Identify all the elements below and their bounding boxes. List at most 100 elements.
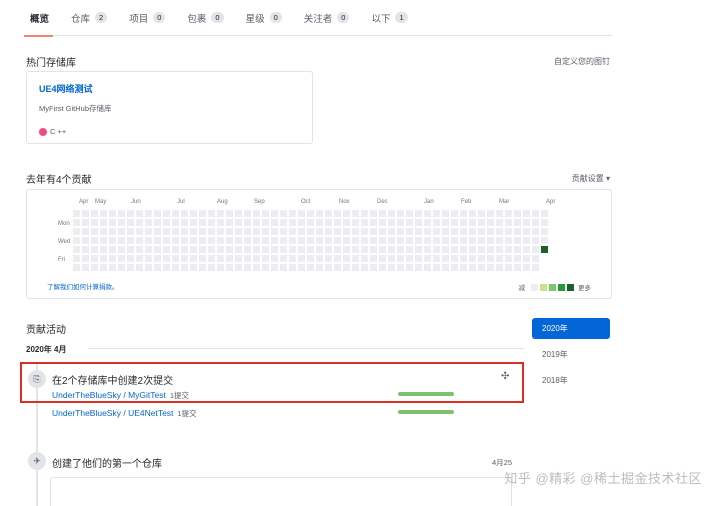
contribution-day[interactable] <box>289 210 296 217</box>
contribution-day[interactable] <box>253 246 260 253</box>
contribution-day[interactable] <box>478 264 485 271</box>
contribution-day[interactable] <box>478 246 485 253</box>
contribution-day[interactable] <box>289 264 296 271</box>
contribution-day[interactable] <box>325 237 332 244</box>
contribution-day[interactable] <box>280 255 287 262</box>
contribution-day[interactable] <box>217 219 224 226</box>
contribution-day[interactable] <box>91 246 98 253</box>
contribution-day[interactable] <box>316 246 323 253</box>
contribution-day[interactable] <box>460 237 467 244</box>
contribution-day[interactable] <box>163 264 170 271</box>
contribution-day[interactable] <box>424 228 431 235</box>
contribution-day[interactable] <box>235 264 242 271</box>
contribution-day[interactable] <box>379 219 386 226</box>
contribution-day[interactable] <box>262 264 269 271</box>
contribution-day[interactable] <box>190 246 197 253</box>
contribution-day[interactable] <box>163 237 170 244</box>
contribution-day[interactable] <box>217 228 224 235</box>
contribution-day[interactable] <box>523 237 530 244</box>
contribution-day[interactable] <box>226 210 233 217</box>
collapse-icon[interactable]: ✣ <box>501 371 509 382</box>
contribution-day[interactable] <box>514 255 521 262</box>
contribution-day[interactable] <box>226 264 233 271</box>
contribution-day[interactable] <box>307 255 314 262</box>
tab-stars[interactable]: 星级 0 <box>242 0 288 36</box>
contribution-day[interactable] <box>244 219 251 226</box>
contribution-day[interactable] <box>217 255 224 262</box>
tab-packages[interactable]: 包裹 0 <box>183 0 229 36</box>
contribution-day[interactable] <box>451 228 458 235</box>
contribution-day[interactable] <box>73 237 80 244</box>
contribution-day[interactable] <box>334 219 341 226</box>
contribution-day[interactable] <box>280 237 287 244</box>
year-button[interactable]: 2018年 <box>532 370 610 391</box>
pinned-repo-name[interactable]: UE4网络测试 <box>39 82 300 95</box>
contribution-day[interactable] <box>316 264 323 271</box>
contribution-day[interactable] <box>316 228 323 235</box>
contribution-day[interactable] <box>487 219 494 226</box>
contribution-day[interactable] <box>532 219 539 226</box>
contribution-day[interactable] <box>334 228 341 235</box>
tab-following[interactable]: 以下 1 <box>367 0 413 36</box>
contribution-day[interactable] <box>82 264 89 271</box>
contribution-day[interactable] <box>514 210 521 217</box>
contribution-day[interactable] <box>361 246 368 253</box>
contribution-day[interactable] <box>361 219 368 226</box>
contribution-day[interactable] <box>217 264 224 271</box>
contribution-day[interactable] <box>226 219 233 226</box>
activity-repo-row[interactable]: UnderTheBlueSky / UE4NetTest 1提交 <box>52 408 197 419</box>
contribution-day[interactable] <box>217 246 224 253</box>
contribution-day[interactable] <box>172 219 179 226</box>
contribution-day[interactable] <box>523 210 530 217</box>
contribution-day[interactable] <box>136 264 143 271</box>
contribution-day[interactable] <box>190 264 197 271</box>
contribution-day[interactable] <box>163 228 170 235</box>
contribution-day[interactable] <box>379 246 386 253</box>
contribution-day[interactable] <box>127 264 134 271</box>
contribution-day[interactable] <box>253 210 260 217</box>
contribution-day[interactable] <box>199 228 206 235</box>
contribution-day[interactable] <box>298 237 305 244</box>
year-button[interactable]: 2020年 <box>532 318 610 339</box>
contribution-day[interactable] <box>379 264 386 271</box>
year-button[interactable]: 2019年 <box>532 344 610 365</box>
contribution-day[interactable] <box>361 264 368 271</box>
contribution-day[interactable] <box>424 237 431 244</box>
contribution-day[interactable] <box>325 246 332 253</box>
contribution-day[interactable] <box>343 255 350 262</box>
contribution-day[interactable] <box>487 210 494 217</box>
contribution-day[interactable] <box>343 246 350 253</box>
contribution-day[interactable] <box>307 210 314 217</box>
contribution-day[interactable] <box>541 210 548 217</box>
contribution-day[interactable] <box>262 219 269 226</box>
contribution-day[interactable] <box>190 210 197 217</box>
contribution-day[interactable] <box>100 228 107 235</box>
contribution-day[interactable] <box>82 228 89 235</box>
contribution-day[interactable] <box>73 255 80 262</box>
contribution-day[interactable] <box>109 210 116 217</box>
contribution-day[interactable] <box>442 246 449 253</box>
contribution-day[interactable] <box>388 237 395 244</box>
contribution-day[interactable] <box>424 210 431 217</box>
contribution-day[interactable] <box>307 219 314 226</box>
contribution-day[interactable] <box>145 264 152 271</box>
contribution-day[interactable] <box>352 210 359 217</box>
contribution-day[interactable] <box>82 246 89 253</box>
contribution-day[interactable] <box>415 219 422 226</box>
contribution-day[interactable] <box>469 237 476 244</box>
tab-followers[interactable]: 关注者 0 <box>300 0 356 36</box>
contribution-day[interactable] <box>91 264 98 271</box>
contribution-day[interactable] <box>253 219 260 226</box>
contribution-day[interactable] <box>109 228 116 235</box>
contribution-day[interactable] <box>379 255 386 262</box>
contribution-day[interactable] <box>451 219 458 226</box>
contribution-day[interactable] <box>388 264 395 271</box>
contribution-day[interactable] <box>73 246 80 253</box>
contribution-day[interactable] <box>379 210 386 217</box>
contribution-day[interactable] <box>118 228 125 235</box>
contribution-day[interactable] <box>136 219 143 226</box>
contribution-day[interactable] <box>181 237 188 244</box>
contribution-day[interactable] <box>541 228 548 235</box>
contribution-day[interactable] <box>289 255 296 262</box>
contribution-day[interactable] <box>244 228 251 235</box>
